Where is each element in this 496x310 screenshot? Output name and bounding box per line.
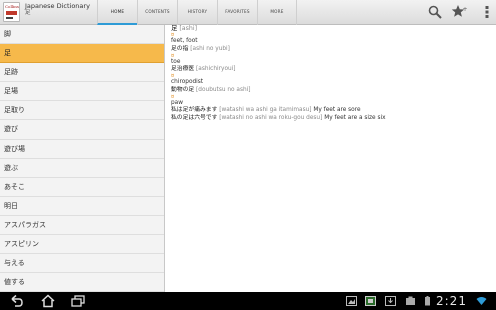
example-romaji: [ashi no yubi] [190,45,230,52]
list-item[interactable]: あそこ [0,178,164,197]
svg-text:+: + [463,6,468,13]
example-translation: My feet are a size six [324,114,386,121]
list-item[interactable]: 足跡 [0,63,164,83]
example-japanese: 足治療医 [171,66,195,73]
list-item[interactable]: 遊び [0,120,164,140]
example-japanese: 私は足が痛みます [171,107,218,114]
system-navigation-bar: 2:21 [0,292,496,310]
example-japanese: 動物の足 [171,86,195,93]
list-item[interactable]: アスピリン [0,235,164,255]
list-item[interactable]: 値する [0,273,164,292]
action-bar: Collins Japanese Dictionary 足 HOME CONTE… [0,0,496,25]
download-icon[interactable] [385,296,396,306]
wifi-icon [476,297,487,305]
app-subtitle: 足 [25,10,31,17]
list-item[interactable]: 与える [0,254,164,274]
app-title: Japanese Dictionary [25,2,90,10]
example-romaji: [ashichiryoui] [196,66,236,73]
example-translation: My feet are sore [313,107,361,114]
list-item[interactable]: 遊び場 [0,140,164,159]
battery-icon [425,296,430,306]
tab-contents[interactable]: CONTENTS [137,0,177,25]
logo-text: Collins [5,4,19,9]
list-item[interactable]: アスパラガス [0,216,164,236]
example-japanese: 足の指 [171,45,189,52]
tab-favorites[interactable]: FAVORITES [217,0,257,25]
tab-more[interactable]: MORE [257,0,297,25]
home-icon[interactable] [40,294,56,308]
status-clock[interactable]: 2:21 [436,292,467,310]
title-block: Japanese Dictionary 足 [25,2,90,17]
example-romaji: [watashi no ashi wa roku-gou desu] [219,114,323,121]
sense-example[interactable]: 足の指 [ashi no yubi] [171,46,491,53]
collins-logo-icon[interactable]: Collins [3,2,20,22]
entry-headword-reading: [ashi] [179,25,198,32]
example-japanese: 私の足は六号です [171,114,218,121]
gallery-notification-icon[interactable] [346,296,357,306]
entry-headword-line: 足 [ashi] [171,25,491,32]
screenshot-icon[interactable] [405,296,416,306]
app-notification-icon[interactable] [365,296,376,306]
star-add-icon[interactable]: + [451,4,467,20]
tab-home[interactable]: HOME [97,0,137,25]
sense-example[interactable]: 私の足は六号です [watashi no ashi wa roku-gou de… [171,115,491,122]
list-item[interactable]: 遊ぶ [0,159,164,178]
list-item[interactable]: 足取り [0,101,164,121]
tab-history[interactable]: HISTORY [177,0,217,25]
word-list: 脚 足 足跡 足場 足取り 遊び 遊び場 遊ぶ あそこ 明日 アスパラガス アス… [0,25,165,292]
sense-example[interactable]: 私は足が痛みます [watashi wa ashi ga itamimasu] … [171,107,491,114]
dictionary-entry: 足 [ashi] ¤ feet, foot 足の指 [ashi no yubi]… [171,25,491,292]
back-icon[interactable] [8,294,24,308]
list-item-selected[interactable]: 足 [0,44,164,64]
tab-bar: HOME CONTENTS HISTORY FAVORITES MORE [97,0,297,25]
list-item[interactable]: 脚 [0,25,164,45]
sense-gloss: chiropodist [171,79,204,86]
list-item[interactable]: 明日 [0,197,164,216]
overflow-menu-icon[interactable] [479,4,495,20]
recent-apps-icon[interactable] [70,294,86,308]
sense-gloss: feet, foot [171,38,198,45]
sense-example[interactable]: 動物の足 [doubutsu no ashi] [171,87,491,94]
search-icon[interactable] [427,4,443,20]
example-romaji: [watashi wa ashi ga itamimasu] [219,107,312,114]
sense-example[interactable]: 足治療医 [ashichiryoui] [171,66,491,73]
entry-headword: 足 [171,25,178,32]
list-item[interactable]: 足場 [0,82,164,102]
example-romaji: [doubutsu no ashi] [196,86,251,93]
